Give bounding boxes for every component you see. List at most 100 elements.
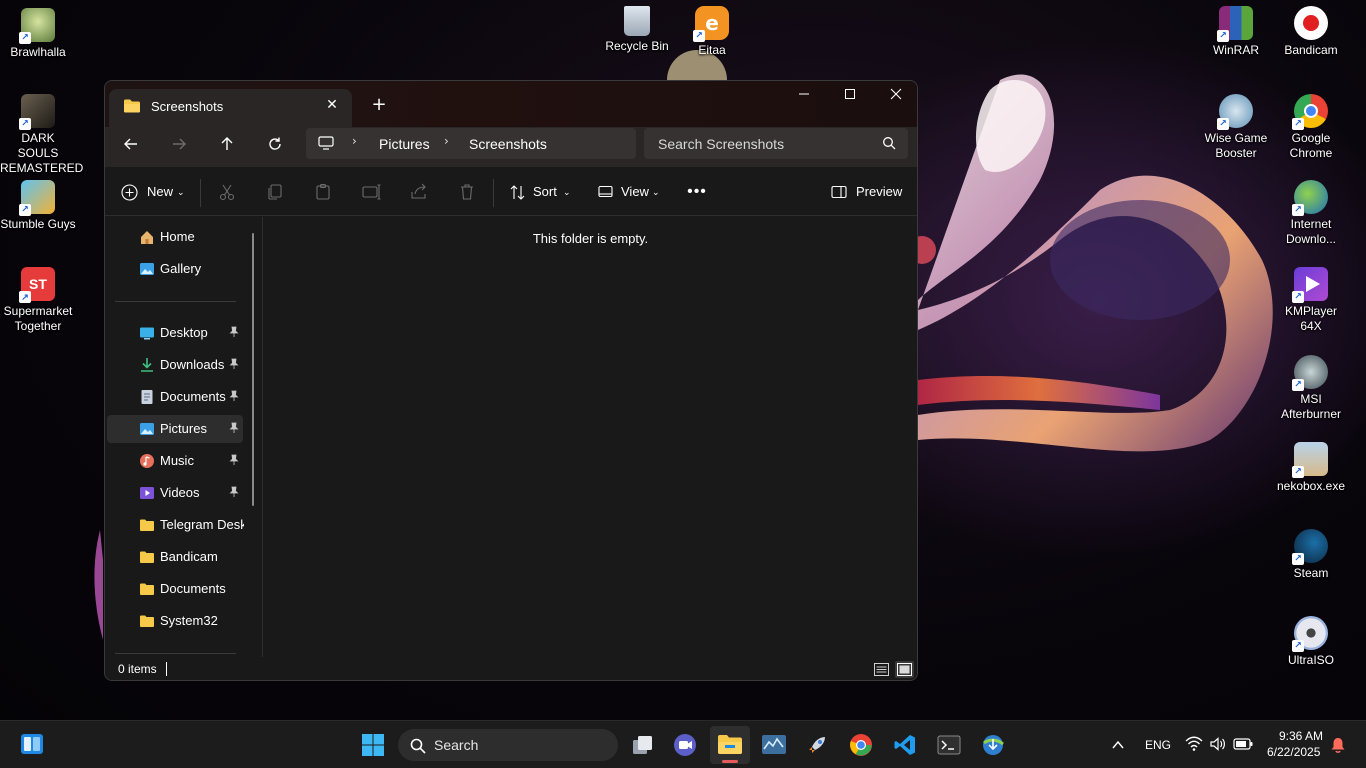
- clock-date[interactable]: 6/22/2025: [1267, 745, 1320, 759]
- tab-title: Screenshots: [151, 99, 224, 114]
- this-pc-icon: [318, 136, 334, 153]
- close-icon: [890, 88, 902, 100]
- desktop-icon-steam[interactable]: ↗ Steam: [1273, 529, 1349, 581]
- more-options-button[interactable]: •••: [685, 177, 709, 207]
- sidebar-item-desktop[interactable]: Desktop: [107, 319, 243, 347]
- volume-icon[interactable]: [1209, 736, 1227, 752]
- title-bar[interactable]: Screenshots ✕ +: [105, 81, 917, 127]
- desktop-icon-winrar[interactable]: ↗ WinRAR: [1198, 6, 1274, 58]
- desktop-icon-stumble-guys[interactable]: ↗ Stumble Guys: [0, 180, 76, 232]
- file-explorer-window[interactable]: Screenshots ✕ + › Pictures › Screenshots…: [104, 80, 918, 681]
- back-button[interactable]: [113, 131, 149, 163]
- sidebar-item-documents[interactable]: Documents: [107, 383, 243, 411]
- rename-icon[interactable]: [361, 182, 381, 202]
- sidebar-item-system32[interactable]: System32: [107, 607, 243, 635]
- copy-icon[interactable]: [265, 182, 285, 202]
- refresh-button[interactable]: [257, 131, 293, 163]
- desktop-icon-label: WinRAR: [1212, 43, 1259, 57]
- vscode-icon: [894, 735, 915, 755]
- msi-afterburner-icon: ↗: [1292, 355, 1328, 391]
- desktop-icon-google-chrome[interactable]: ↗ Google Chrome: [1273, 94, 1349, 161]
- desktop-icon-eitaa[interactable]: e ↗ Eitaa: [674, 6, 750, 58]
- widgets-button[interactable]: [12, 726, 52, 764]
- desktop-icon-label: Recycle Bin: [605, 39, 669, 53]
- terminal-button[interactable]: [929, 726, 969, 764]
- minimize-icon: [799, 93, 809, 95]
- search-input[interactable]: Search Screenshots: [644, 128, 908, 159]
- desktop-icon-ultraiso[interactable]: ↗ UltraISO: [1273, 616, 1349, 668]
- desktop-icon-dark-souls[interactable]: ↗ DARK SOULS REMASTERED: [0, 94, 84, 176]
- desktop-icon-kmplayer[interactable]: ↗ KMPlayer 64X: [1273, 267, 1349, 334]
- file-explorer-taskbar-button[interactable]: [710, 726, 750, 764]
- large-icons-view-icon: [897, 663, 912, 676]
- desktop-icon-recycle-bin[interactable]: Recycle Bin: [599, 6, 675, 54]
- sidebar-item-videos[interactable]: Videos: [107, 479, 243, 507]
- paste-icon[interactable]: [313, 182, 333, 202]
- status-divider: [166, 662, 167, 676]
- desktop-icon-internet-download-manager[interactable]: ↗ Internet Downlo...: [1273, 180, 1349, 247]
- language-indicator[interactable]: ENG: [1145, 738, 1171, 752]
- delete-icon[interactable]: [457, 182, 477, 202]
- chevron-up-icon[interactable]: [1111, 738, 1125, 752]
- clock-time[interactable]: 9:36 AM: [1279, 729, 1323, 743]
- preview-pane-icon: [831, 185, 847, 199]
- sidebar-item-telegram-desktop[interactable]: Telegram Desktop: [107, 511, 244, 539]
- internet-download-manager-taskbar-button[interactable]: [973, 726, 1013, 764]
- new-tab-button[interactable]: +: [367, 94, 391, 116]
- address-bar[interactable]: › Pictures › Screenshots: [306, 128, 636, 159]
- chrome-taskbar-button[interactable]: [841, 726, 881, 764]
- wifi-icon[interactable]: [1185, 736, 1203, 752]
- desktop-icon-label: Steam: [1293, 566, 1329, 580]
- details-view-button[interactable]: [872, 661, 891, 678]
- task-view-button[interactable]: [622, 726, 662, 764]
- breadcrumb-screenshots[interactable]: Screenshots: [469, 136, 547, 152]
- sidebar-scrollbar[interactable]: [252, 233, 254, 506]
- navigation-bar: › Pictures › Screenshots Search Screensh…: [105, 127, 917, 167]
- forward-button[interactable]: [161, 131, 197, 163]
- desktop-icon-nekobox[interactable]: ↗ nekobox.exe: [1273, 442, 1349, 494]
- desktop-icon-label: DARK SOULS REMASTERED: [0, 131, 84, 175]
- rocket-app-button[interactable]: [797, 726, 837, 764]
- sidebar-item-gallery[interactable]: Gallery: [107, 255, 243, 283]
- sidebar-item-label: Documents: [160, 581, 226, 596]
- sidebar-item-music[interactable]: Music: [107, 447, 243, 475]
- preview-pane-button[interactable]: Preview: [831, 177, 902, 207]
- up-button[interactable]: [209, 131, 245, 163]
- empty-folder-message: This folder is empty.: [532, 231, 649, 246]
- desktop-icon-brawlhalla[interactable]: ↗ Brawlhalla: [0, 8, 76, 60]
- close-tab-icon[interactable]: ✕: [322, 95, 342, 115]
- tiles-view-button[interactable]: [895, 661, 914, 678]
- meet-button[interactable]: [665, 726, 705, 764]
- sidebar-item-pictures[interactable]: Pictures: [107, 415, 243, 443]
- file-list-area[interactable]: This folder is empty.: [263, 217, 917, 657]
- tab-screenshots[interactable]: Screenshots ✕: [109, 89, 352, 127]
- share-icon[interactable]: [409, 182, 429, 202]
- view-button[interactable]: View ⌄: [598, 177, 668, 207]
- close-window-button[interactable]: [873, 81, 917, 111]
- kmplayer-icon: ↗: [1292, 267, 1328, 303]
- minimize-button[interactable]: [781, 81, 827, 111]
- steam-icon: ↗: [1292, 529, 1328, 565]
- desktop-icon-msi-afterburner[interactable]: ↗ MSI Afterburner: [1273, 355, 1349, 422]
- start-button[interactable]: [353, 726, 393, 764]
- new-button[interactable]: New ⌄: [121, 177, 187, 207]
- sidebar-item-bandicam[interactable]: Bandicam: [107, 543, 243, 571]
- breadcrumb-pictures[interactable]: Pictures: [379, 136, 430, 152]
- sidebar-item-documents-folder[interactable]: Documents: [107, 575, 243, 603]
- battery-icon[interactable]: [1233, 737, 1253, 751]
- desktop-icon-supermarket-together[interactable]: ST ↗ Supermarket Together: [0, 267, 76, 334]
- vscode-button[interactable]: [885, 726, 925, 764]
- sidebar-item-label: Telegram Desktop: [160, 517, 244, 532]
- search-icon: [410, 738, 426, 754]
- sidebar-item-home[interactable]: Home: [107, 223, 243, 251]
- maximize-button[interactable]: [827, 81, 873, 111]
- sort-button[interactable]: Sort ⌄: [509, 177, 575, 207]
- desktop-icon-wise-game-booster[interactable]: ↗ Wise Game Booster: [1198, 94, 1274, 161]
- desktop-icon-bandicam[interactable]: Bandicam: [1273, 6, 1349, 58]
- taskbar-search[interactable]: Search: [398, 729, 618, 761]
- file-explorer-icon: [718, 735, 742, 754]
- notification-bell-icon[interactable]: [1330, 736, 1346, 754]
- cut-icon[interactable]: [217, 182, 237, 202]
- sidebar-item-downloads[interactable]: Downloads: [107, 351, 243, 379]
- performance-monitor-button[interactable]: [754, 726, 794, 764]
